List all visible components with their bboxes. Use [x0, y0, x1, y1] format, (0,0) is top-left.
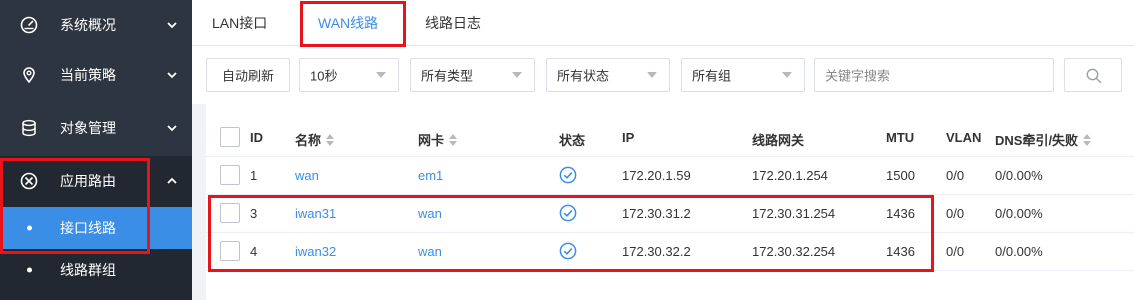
sidebar-item-label: 当前策略 [60, 67, 116, 83]
sidebar-subitem-interface-lines[interactable]: 接口线路 [0, 207, 192, 249]
cell-ip: 172.20.1.59 [622, 168, 691, 183]
header-ip: IP [622, 130, 635, 145]
cell-name-link[interactable]: iwan32 [295, 244, 336, 259]
header-name-sortable[interactable]: 名称 [295, 130, 335, 149]
tab-line-log[interactable]: 线路日志 [425, 0, 481, 46]
chevron-down-icon [167, 22, 177, 29]
header-status: 状态 [559, 133, 586, 148]
auto-refresh-label: 自动刷新 [221, 68, 275, 84]
caret-down-icon [782, 72, 792, 78]
sidebar-subitem-label: 接口线路 [60, 220, 116, 236]
cell-vlan: 0/0 [946, 244, 965, 259]
type-filter-value: 所有类型 [421, 68, 474, 84]
cell-mtu: 1436 [886, 206, 915, 221]
sidebar-item-app-routing[interactable]: 应用路由 [0, 156, 192, 206]
sort-icon [326, 134, 335, 146]
sidebar-item-label: 应用路由 [60, 173, 116, 189]
refresh-interval-select[interactable]: 10秒 [299, 58, 399, 92]
sort-icon [449, 134, 458, 146]
header-gateway: 线路网关 [752, 133, 805, 148]
header-name-label: 名称 [295, 133, 322, 148]
status-filter-value: 所有状态 [557, 68, 610, 84]
chevron-up-icon [167, 177, 177, 184]
row-checkbox[interactable] [220, 241, 240, 261]
tab-bar: LAN接口 WAN线路 线路日志 [192, 0, 1134, 46]
wan-lines-table: ID 名称 网卡 状态 IP 线路网关 MTU VLAN DNS牵引/失败 1 … [206, 104, 1134, 300]
cell-nic-link[interactable]: wan [418, 244, 442, 259]
sidebar-subitem-label: 线路群组 [60, 262, 116, 278]
header-mtu: MTU [886, 130, 915, 145]
cell-vlan: 0/0 [946, 206, 965, 221]
header-id: ID [250, 130, 263, 145]
cell-nic-link[interactable]: wan [418, 206, 442, 221]
sort-icon [1083, 134, 1092, 146]
header-dns-sortable[interactable]: DNS牵引/失败 [995, 130, 1092, 149]
caret-down-icon [512, 72, 522, 78]
row-divider [206, 232, 1134, 233]
cell-vlan: 0/0 [946, 168, 965, 183]
auto-refresh-button[interactable]: 自动刷新 [206, 58, 290, 92]
location-pin-icon [23, 67, 35, 84]
sidebar-item-label: 对象管理 [60, 120, 116, 136]
cell-id: 1 [250, 168, 258, 183]
toolbar: 自动刷新 10秒 所有类型 所有状态 所有组 关键字搜索 [192, 46, 1134, 104]
keyword-search-input[interactable]: 关键字搜索 [814, 58, 1054, 92]
cell-mtu: 1436 [886, 244, 915, 259]
sidebar-item-current-policy[interactable]: 当前策略 [0, 50, 192, 100]
cell-ip: 172.30.31.2 [622, 206, 691, 221]
route-icon [20, 172, 38, 190]
row-divider [206, 270, 1134, 271]
row-checkbox[interactable] [220, 203, 240, 223]
chevron-down-icon [167, 72, 177, 79]
dashboard-icon [20, 16, 38, 34]
cell-dns: 0/0.00% [995, 206, 1043, 221]
cell-gateway: 172.20.1.254 [752, 168, 828, 183]
sidebar-subitem-line-groups[interactable]: 线路群组 [0, 249, 192, 291]
sidebar-item-label: 系统概况 [60, 17, 116, 33]
bullet-icon [27, 267, 32, 273]
row-divider [206, 156, 1134, 157]
cell-dns: 0/0.00% [995, 244, 1043, 259]
sidebar-item-object-management[interactable]: 对象管理 [0, 103, 192, 153]
header-nic-sortable[interactable]: 网卡 [418, 130, 458, 149]
caret-down-icon [647, 72, 657, 78]
search-icon [1086, 68, 1102, 84]
tab-wan-lines[interactable]: WAN线路 [318, 0, 379, 46]
row-divider [206, 194, 1134, 195]
cell-name-link[interactable]: wan [295, 168, 319, 183]
group-filter-value: 所有组 [692, 68, 732, 84]
cell-id: 4 [250, 244, 258, 259]
sidebar-item-system-overview[interactable]: 系统概况 [0, 0, 192, 50]
sidebar: 系统概况 当前策略 对象管理 应用路由 接口线路 线路群组 [0, 0, 192, 300]
search-placeholder: 关键字搜索 [825, 68, 891, 84]
check-circle-icon [559, 166, 577, 184]
cell-name-link[interactable]: iwan31 [295, 206, 336, 221]
group-filter-select[interactable]: 所有组 [681, 58, 805, 92]
type-filter-select[interactable]: 所有类型 [410, 58, 535, 92]
cell-gateway: 172.30.31.254 [752, 206, 836, 221]
main-content: LAN接口 WAN线路 线路日志 自动刷新 10秒 所有类型 所有状态 所有组 … [192, 0, 1134, 300]
header-vlan: VLAN [946, 130, 982, 145]
bullet-icon [27, 225, 32, 231]
cell-id: 3 [250, 206, 258, 221]
database-icon [22, 119, 36, 137]
select-all-checkbox[interactable] [220, 127, 240, 147]
check-circle-icon [559, 204, 577, 222]
status-filter-select[interactable]: 所有状态 [546, 58, 670, 92]
check-circle-icon [559, 242, 577, 260]
search-button[interactable] [1064, 58, 1122, 92]
tab-lan-interface[interactable]: LAN接口 [212, 0, 267, 46]
refresh-interval-value: 10秒 [310, 68, 338, 84]
cell-dns: 0/0.00% [995, 168, 1043, 183]
header-dns-label: DNS牵引/失败 [995, 133, 1079, 148]
cell-mtu: 1500 [886, 168, 915, 183]
cell-gateway: 172.30.32.254 [752, 244, 836, 259]
caret-down-icon [376, 72, 386, 78]
header-nic-label: 网卡 [418, 133, 445, 148]
row-checkbox[interactable] [220, 165, 240, 185]
cell-nic-link[interactable]: em1 [418, 168, 443, 183]
cell-ip: 172.30.32.2 [622, 244, 691, 259]
chevron-down-icon [167, 125, 177, 132]
